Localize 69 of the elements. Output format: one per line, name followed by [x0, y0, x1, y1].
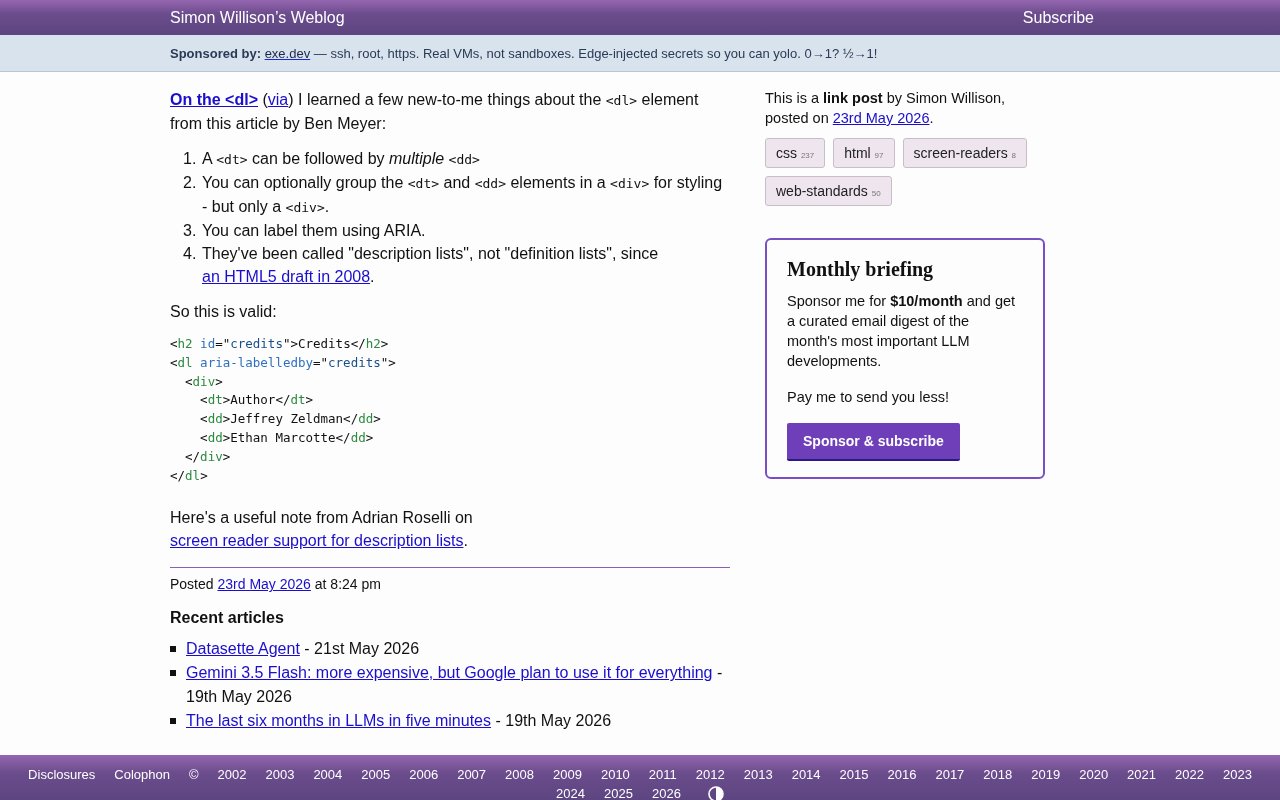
tag-chip[interactable]: screen-readers 8: [902, 138, 1027, 168]
year-link[interactable]: 2007: [457, 765, 487, 784]
list-item-text: They've been called "description lists", not "definition lists", since an HTML5 draft in 2008.: [202, 244, 660, 287]
year-link[interactable]: 2024: [556, 784, 586, 800]
article-link[interactable]: Datasette Agent: [186, 640, 300, 658]
link[interactable]: 23rd May 2026: [217, 576, 311, 593]
link[interactable]: 23rd May 2026: [832, 110, 930, 126]
tag-chip[interactable]: web-standards 50: [765, 176, 892, 206]
year-link[interactable]: 2010: [600, 765, 630, 784]
year-link[interactable]: 2005: [361, 765, 391, 784]
posted-text: Posted 23rd May 2026 at 8:24 pm: [170, 576, 382, 593]
year-link[interactable]: 2004: [313, 765, 343, 784]
year-link[interactable]: 2003: [265, 765, 295, 784]
year-link[interactable]: 2002: [217, 765, 247, 784]
list-number: 4.: [183, 244, 198, 264]
year-link[interactable]: 2008: [505, 765, 534, 784]
card-text: Pay me to send you less!: [787, 388, 950, 407]
site-title[interactable]: Simon Willison’s Weblog: [170, 8, 345, 27]
year-link[interactable]: 2015: [839, 765, 869, 784]
tag-chip[interactable]: html 97: [833, 138, 895, 168]
paragraph: So this is valid:: [170, 302, 278, 322]
sponsor-text: Sponsored by: exe.dev — ssh, root, https. Real VMs, not sandboxes. Edge-injected secrets so you can yolo. 0→1? ½→1!: [170, 45, 878, 61]
article-link[interactable]: The last six months in LLMs in five minutes: [186, 712, 491, 730]
year-link[interactable]: 2020: [1079, 765, 1109, 784]
bullet-icon: [170, 718, 176, 725]
intro-paragraph: On the <dl> (via) I learned a few new-to-me things about the <dl> element from this article by Ben Meyer:: [170, 90, 700, 134]
note-paragraph: Here's a useful note from Adrian Roselli on screen reader support for description lists.: [170, 508, 474, 552]
year-link[interactable]: 2006: [409, 765, 439, 784]
section-heading: Recent articles: [170, 609, 285, 628]
subscribe-link[interactable]: Subscribe: [1022, 8, 1094, 27]
year-link[interactable]: 2025: [604, 784, 633, 800]
sponsor-button[interactable]: Sponsor & subscribe: [787, 423, 960, 461]
year-link[interactable]: 2021: [1127, 765, 1157, 784]
list-item-text: A <dt> can be followed by multiple <dd>: [202, 149, 481, 169]
year-link[interactable]: 2018: [983, 765, 1013, 784]
list-item-text: You can label them using ARIA.: [202, 221, 427, 241]
contrast-icon[interactable]: [707, 785, 724, 800]
card-title: Monthly briefing: [787, 258, 935, 281]
article-item: Gemini 3.5 Flash: more expensive, but Google plan to use it for everything - 19th May 2026: [186, 663, 724, 708]
post-info: This is a link post by Simon Willison, posted on 23rd May 2026.: [765, 89, 1007, 128]
year-link[interactable]: 2023: [1222, 765, 1252, 784]
year-link[interactable]: 2026: [651, 784, 681, 800]
list-number: 3.: [183, 221, 198, 241]
code-text: <h2 id="credits">Credits</h2> <dl aria-labelledby="credits"> <div> <dt>Author</dt> <dd>Jeffrey Zeldman</dd> <dd>Ethan Marcotte</dd> </div> </dl>: [170, 335, 397, 485]
article-item: Datasette Agent - 21st May 2026: [186, 639, 420, 660]
year-link[interactable]: 2011: [648, 765, 677, 784]
link[interactable]: screen reader support for description lists: [170, 532, 464, 550]
footer-link[interactable]: Disclosures: [28, 765, 96, 784]
year-link[interactable]: 2017: [935, 765, 965, 784]
year-link[interactable]: 2014: [791, 765, 821, 784]
footer-link[interactable]: Colophon: [114, 765, 170, 784]
tag-chip[interactable]: css 237: [765, 138, 826, 168]
year-link[interactable]: 2013: [743, 765, 773, 784]
year-link[interactable]: 2022: [1175, 765, 1204, 784]
sponsor-link[interactable]: exe.dev: [264, 45, 311, 61]
card-text: Sponsor me for $10/month and get a curated email digest of the month's most important LLM developments.: [787, 292, 1017, 371]
bullet-icon: [170, 670, 176, 677]
list-number: 2.: [183, 173, 198, 193]
link[interactable]: On the <dl>: [170, 91, 258, 108]
article-link[interactable]: Gemini 3.5 Flash: more expensive, but Google plan to use it for everything: [186, 664, 713, 682]
list-number: 1.: [183, 149, 198, 169]
article-item: The last six months in LLMs in five minutes - 19th May 2026: [186, 711, 612, 732]
year-link[interactable]: 2019: [1031, 765, 1061, 784]
copyright-sign: ©: [188, 766, 199, 784]
year-link[interactable]: 2016: [887, 765, 917, 784]
year-link[interactable]: 2009: [553, 765, 582, 784]
list-item-text: You can optionally group the <dt> and <dd> elements in a <div> for styling - but only a <div>.: [202, 173, 724, 217]
year-link[interactable]: 2012: [695, 765, 725, 784]
bullet-icon: [170, 646, 176, 653]
